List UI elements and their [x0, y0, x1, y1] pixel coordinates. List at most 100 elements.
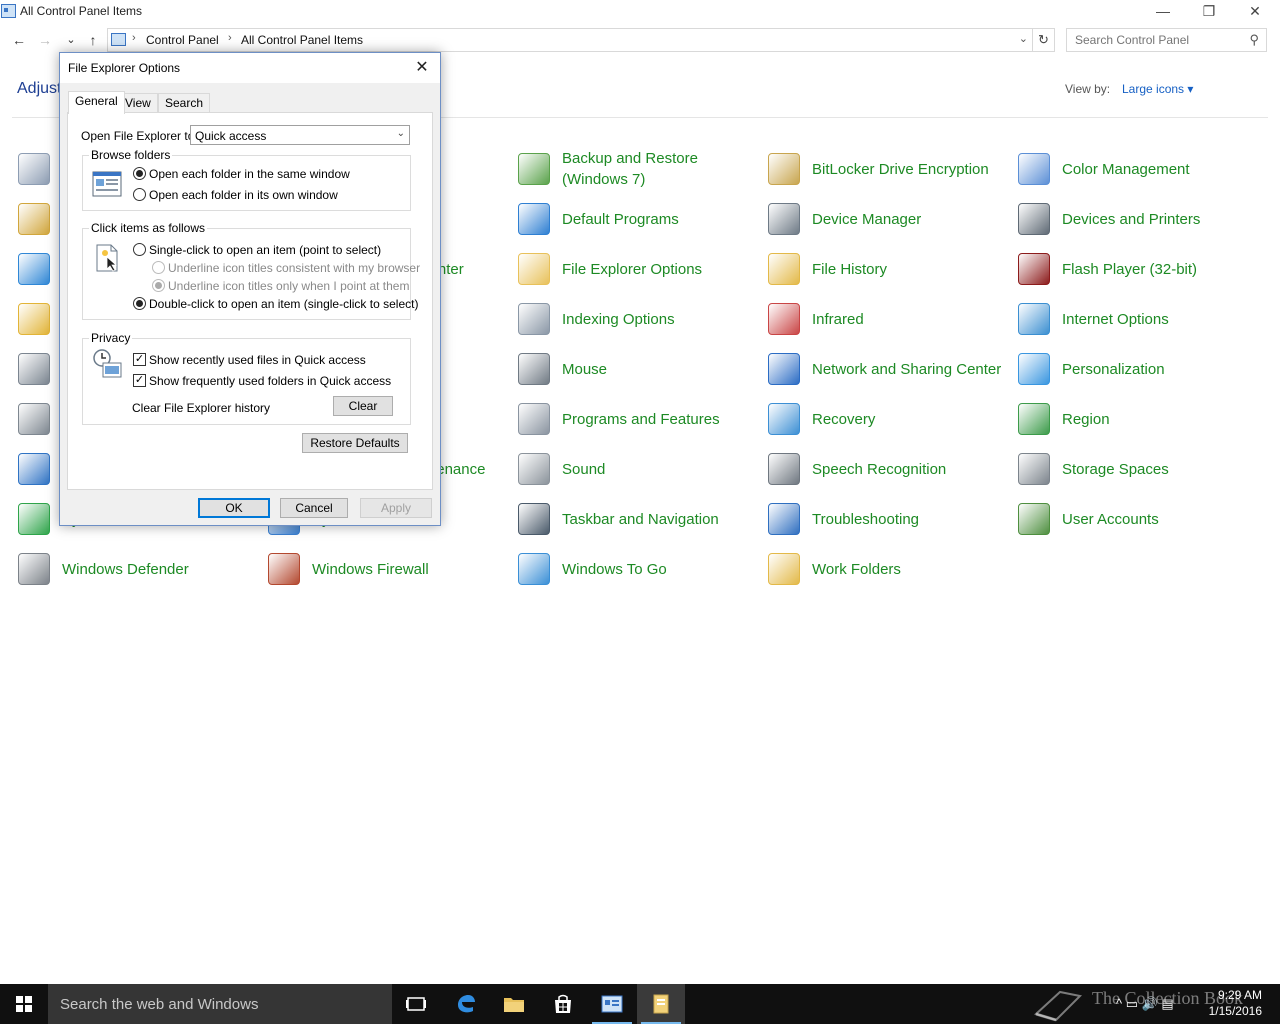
- start-button[interactable]: [0, 984, 48, 1024]
- control-panel-item[interactable]: Recovery: [768, 397, 1013, 441]
- close-button[interactable]: ✕: [1232, 0, 1278, 24]
- tab-general[interactable]: General: [68, 91, 125, 114]
- open-to-select[interactable]: Quick access ⌄: [190, 125, 410, 145]
- control-panel-item[interactable]: Device Manager: [768, 197, 1013, 241]
- control-panel-item[interactable]: Flash Player (32-bit): [1018, 247, 1263, 291]
- recent-files-label[interactable]: Show recently used files in Quick access: [149, 353, 366, 367]
- control-panel-item[interactable]: Windows Firewall: [268, 547, 513, 591]
- control-panel-item-label[interactable]: Storage Spaces: [1062, 447, 1262, 491]
- browse-same-window-label[interactable]: Open each folder in the same window: [149, 167, 350, 181]
- taskbar-edge[interactable]: [442, 984, 490, 1024]
- control-panel-item-label[interactable]: Sound: [562, 447, 762, 491]
- search-icon[interactable]: ⚲: [1249, 32, 1259, 48]
- control-panel-item[interactable]: Region: [1018, 397, 1263, 441]
- control-panel-item[interactable]: Storage Spaces: [1018, 447, 1263, 491]
- frequent-folders-label[interactable]: Show frequently used folders in Quick ac…: [149, 374, 391, 388]
- control-panel-item[interactable]: Color Management: [1018, 147, 1263, 191]
- control-panel-item-label[interactable]: Backup and Restore (Windows 7): [562, 147, 762, 191]
- control-panel-item-label[interactable]: Mouse: [562, 347, 762, 391]
- control-panel-item-label[interactable]: Devices and Printers: [1062, 197, 1262, 241]
- control-panel-item-label[interactable]: Windows Firewall: [312, 547, 512, 591]
- task-view-button[interactable]: [392, 984, 440, 1024]
- control-panel-item[interactable]: Backup and Restore (Windows 7): [518, 147, 763, 191]
- control-panel-item[interactable]: Programs and Features: [518, 397, 763, 441]
- control-panel-item-label[interactable]: Taskbar and Navigation: [562, 497, 762, 541]
- single-click-label[interactable]: Single-click to open an item (point to s…: [149, 243, 381, 257]
- search-input[interactable]: [1075, 30, 1245, 50]
- double-click-label[interactable]: Double-click to open an item (single-cli…: [149, 297, 418, 311]
- control-panel-item-label[interactable]: Internet Options: [1062, 297, 1262, 341]
- underline-point-radio[interactable]: [152, 279, 165, 292]
- forward-button[interactable]: →: [36, 30, 54, 50]
- control-panel-item[interactable]: Default Programs: [518, 197, 763, 241]
- frequent-folders-checkbox[interactable]: ✓: [133, 374, 146, 387]
- control-panel-item[interactable]: File Explorer Options: [518, 247, 763, 291]
- control-panel-item[interactable]: Speech Recognition: [768, 447, 1013, 491]
- control-panel-item[interactable]: Mouse: [518, 347, 763, 391]
- control-panel-item[interactable]: Indexing Options: [518, 297, 763, 341]
- control-panel-item[interactable]: Devices and Printers: [1018, 197, 1263, 241]
- control-panel-item-label[interactable]: Windows Defender: [62, 547, 262, 591]
- control-panel-item-label[interactable]: Flash Player (32-bit): [1062, 247, 1262, 291]
- control-panel-item[interactable]: Troubleshooting: [768, 497, 1013, 541]
- control-panel-item-label[interactable]: Network and Sharing Center: [812, 347, 1012, 391]
- browse-own-window-radio[interactable]: [133, 188, 146, 201]
- taskbar-search-box[interactable]: Search the web and Windows: [48, 984, 392, 1024]
- ok-button[interactable]: OK: [198, 498, 270, 518]
- control-panel-item-label[interactable]: Speech Recognition: [812, 447, 1012, 491]
- refresh-button[interactable]: ↻: [1033, 28, 1055, 52]
- restore-button[interactable]: ❐: [1186, 0, 1232, 24]
- chevron-down-icon[interactable]: ⌄: [1019, 32, 1028, 45]
- breadcrumb-control-panel[interactable]: Control Panel: [146, 33, 219, 47]
- control-panel-item-label[interactable]: Personalization: [1062, 347, 1262, 391]
- tab-search[interactable]: Search: [158, 93, 211, 113]
- control-panel-item-label[interactable]: User Accounts: [1062, 497, 1262, 541]
- browse-same-window-radio[interactable]: [133, 167, 146, 180]
- control-panel-item-label[interactable]: Recovery: [812, 397, 1012, 441]
- control-panel-item[interactable]: Sound: [518, 447, 763, 491]
- minimize-button[interactable]: —: [1140, 0, 1186, 24]
- control-panel-item[interactable]: Network and Sharing Center: [768, 347, 1013, 391]
- control-panel-item[interactable]: Infrared: [768, 297, 1013, 341]
- single-click-radio[interactable]: [133, 243, 146, 256]
- control-panel-item-label[interactable]: Infrared: [812, 297, 1012, 341]
- underline-browser-radio[interactable]: [152, 261, 165, 274]
- control-panel-item-label[interactable]: Programs and Features: [562, 397, 762, 441]
- control-panel-item-label[interactable]: Device Manager: [812, 197, 1012, 241]
- dialog-close-button[interactable]: ✕: [412, 57, 432, 77]
- control-panel-item[interactable]: BitLocker Drive Encryption: [768, 147, 1013, 191]
- control-panel-item-label[interactable]: BitLocker Drive Encryption: [812, 147, 1012, 191]
- control-panel-item[interactable]: Windows To Go: [518, 547, 763, 591]
- cancel-button[interactable]: Cancel: [280, 498, 348, 518]
- control-panel-item[interactable]: Work Folders: [768, 547, 1013, 591]
- control-panel-item-label[interactable]: Default Programs: [562, 197, 762, 241]
- control-panel-item[interactable]: File History: [768, 247, 1013, 291]
- taskbar-folder-options[interactable]: [637, 984, 685, 1024]
- taskbar-file-explorer[interactable]: [490, 984, 538, 1024]
- view-by-dropdown[interactable]: Large icons ▾: [1122, 82, 1193, 96]
- control-panel-item-label[interactable]: Indexing Options: [562, 297, 762, 341]
- apply-button[interactable]: Apply: [360, 498, 432, 518]
- taskbar-store[interactable]: [539, 984, 587, 1024]
- breadcrumb-all-items[interactable]: All Control Panel Items: [241, 33, 363, 47]
- recent-files-checkbox[interactable]: ✓: [133, 353, 146, 366]
- control-panel-item[interactable]: Windows Defender: [18, 547, 263, 591]
- recent-locations-button[interactable]: ⌄: [62, 30, 80, 50]
- taskbar-control-panel[interactable]: [588, 984, 636, 1024]
- address-bar[interactable]: › Control Panel › All Control Panel Item…: [107, 28, 1033, 52]
- clear-history-button[interactable]: Clear: [333, 396, 393, 416]
- control-panel-item-label[interactable]: File Explorer Options: [562, 247, 762, 291]
- control-panel-item-label[interactable]: Work Folders: [812, 547, 1012, 591]
- browse-own-window-label[interactable]: Open each folder in its own window: [149, 188, 338, 202]
- back-button[interactable]: ←: [10, 30, 28, 50]
- control-panel-item[interactable]: Internet Options: [1018, 297, 1263, 341]
- control-panel-item-label[interactable]: Region: [1062, 397, 1262, 441]
- restore-defaults-button[interactable]: Restore Defaults: [302, 433, 408, 453]
- control-panel-item-label[interactable]: Windows To Go: [562, 547, 762, 591]
- control-panel-item-label[interactable]: File History: [812, 247, 1012, 291]
- control-panel-item-label[interactable]: Troubleshooting: [812, 497, 1012, 541]
- control-panel-item[interactable]: User Accounts: [1018, 497, 1263, 541]
- control-panel-item-label[interactable]: Color Management: [1062, 147, 1262, 191]
- double-click-radio[interactable]: [133, 297, 146, 310]
- control-panel-item[interactable]: Taskbar and Navigation: [518, 497, 763, 541]
